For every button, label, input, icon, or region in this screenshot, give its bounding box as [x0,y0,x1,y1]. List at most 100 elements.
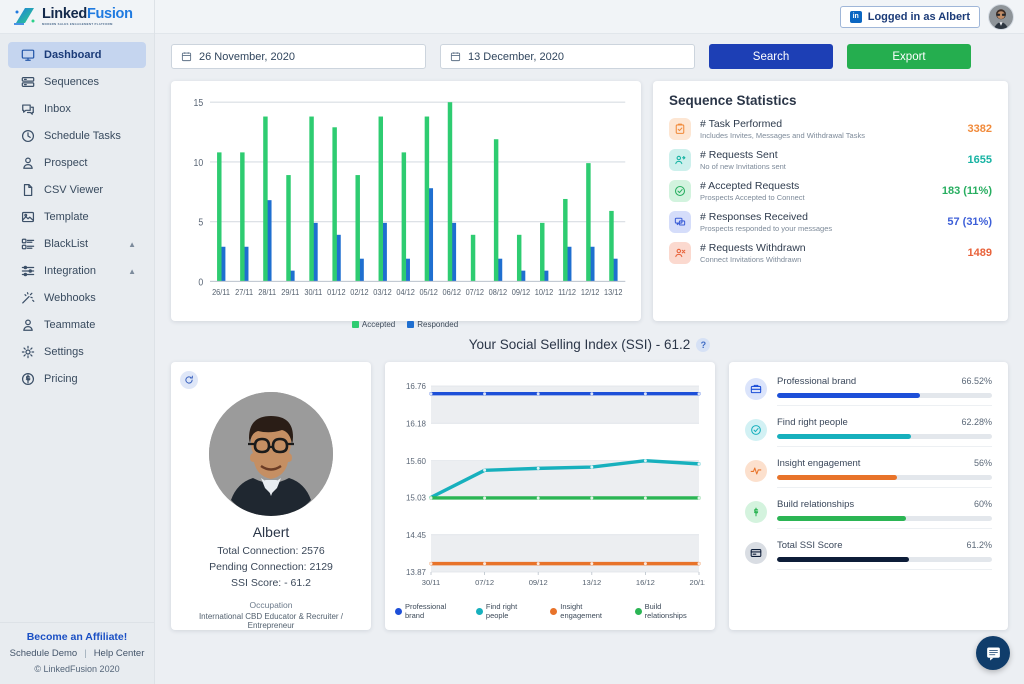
chevron-up-icon[interactable]: ▲ [128,267,136,276]
sequence-statistics-list: # Task Performed Includes Invites, Messag… [669,118,992,264]
stat-row: # Task Performed Includes Invites, Messag… [669,118,992,141]
metric-progress-track [777,434,992,439]
stat-description: Includes Invites, Messages and Withdrawa… [700,131,865,141]
footer-divider: | [84,648,87,659]
legend-swatch [550,607,558,615]
metric-body: Insight engagement 56% [777,458,992,488]
metric-percent: 60% [973,499,992,509]
metric-progress-fill [777,516,906,521]
sidebar-item-schedule-tasks[interactable]: Schedule Tasks [8,123,146,149]
top-bar: in Logged in as Albert [155,0,1024,34]
metric-label: Insight engagement [777,458,861,469]
legend-item[interactable]: Professional brand [395,602,467,620]
svg-text:16.76: 16.76 [406,382,427,391]
blacklist-icon [20,237,35,252]
svg-text:15: 15 [193,96,203,108]
legend-item[interactable]: Insight engagement [550,602,625,620]
svg-text:11/12: 11/12 [558,287,576,297]
clock-icon [20,129,35,144]
sidebar-item-label: Prospect [44,157,88,169]
logo-tagline: MODERN SALES ENGAGEMENT PLATFORM [42,21,113,26]
sidebar-item-label: Integration [44,265,96,277]
dashboard-icon [20,48,35,63]
app-logo[interactable]: LinkedFusion MODERN SALES ENGAGEMENT PLA… [0,0,154,34]
stat-value: 1489 [967,246,992,259]
legend-label: Build relationships [644,602,687,620]
metric-label: Find right people [777,417,848,428]
svg-text:16/12: 16/12 [636,578,655,587]
sidebar-item-label: CSV Viewer [44,184,104,196]
sidebar-item-template[interactable]: Template [8,204,146,230]
legend-label: Find right people [485,602,518,620]
user-send-icon [669,149,691,172]
svg-text:10: 10 [193,156,203,168]
legend-swatch [634,607,642,615]
legend-item[interactable]: Responded [407,320,458,329]
export-button[interactable]: Export [847,44,971,69]
schedule-demo-link[interactable]: Schedule Demo [10,648,78,659]
help-icon[interactable]: ? [696,337,711,352]
start-date-field[interactable]: 26 November, 2020 [171,44,426,69]
sidebar-item-dashboard[interactable]: Dashboard [8,42,146,68]
stat-text: # Accepted Requests Prospects Accepted to… [700,180,942,203]
ssi-metrics-card: Professional brand 66.52% Find right peopl… [729,362,1008,630]
legend-item[interactable]: Accepted [351,320,395,329]
webhooks-icon [20,291,35,306]
legend-item[interactable]: Find right people [475,602,541,620]
main-area: in Logged in as Albert 26 November, 2020… [155,0,1024,684]
svg-text:01/12: 01/12 [327,287,346,297]
logo-name-primary: Linked [42,6,87,23]
sidebar-item-sequences[interactable]: Sequences [8,69,146,95]
sidebar-item-webhooks[interactable]: Webhooks [8,285,146,311]
legend-item[interactable]: Build relationships [634,602,705,620]
search-button[interactable]: Search [709,44,833,69]
stat-row: # Requests Withdrawn Connect Invitations … [669,242,992,265]
refresh-icon[interactable] [180,371,198,389]
line-chart-legend: Professional brand Find right people Insig… [395,602,705,620]
sidebar-item-inbox[interactable]: Inbox [8,96,146,122]
stat-value: 57 (31%) [947,216,992,229]
sidebar-item-csv-viewer[interactable]: CSV Viewer [8,177,146,203]
ssi-widgets-row: Albert Total Connection: 2576 Pending Co… [171,362,1008,642]
clipboard-check-icon [669,118,691,141]
chat-bubble-icon[interactable] [976,636,1010,670]
become-affiliate-link[interactable]: Become an Affiliate! [6,631,148,643]
stat-name: # Accepted Requests [700,179,800,192]
avatar[interactable] [988,3,1014,30]
svg-text:09/12: 09/12 [529,578,548,587]
sidebar-item-integration[interactable]: Integration ▲ [8,258,146,284]
profile-pending-connection: Pending Connection: 2129 [209,560,333,573]
stat-description: No of new Invitations sent [700,162,786,171]
legend-label: Insight engagement [560,602,602,620]
metric-body: Find right people 62.28% [777,417,992,447]
svg-text:04/12: 04/12 [396,287,415,297]
sidebar-item-prospect[interactable]: Prospect [8,150,146,176]
chat-bubble-glyph [986,647,1000,660]
help-center-link[interactable]: Help Center [94,648,145,659]
stat-value: 3382 [967,123,992,136]
avatar-image [989,4,1013,29]
stat-description: Connect Invitations Withdrawn [700,254,802,264]
metric-progress-fill [777,434,911,439]
sidebar-item-teammate[interactable]: Teammate [8,312,146,338]
file-icon [20,183,35,198]
sidebar-item-settings[interactable]: Settings [8,339,146,365]
sidebar-item-label: BlackList [44,238,89,250]
sidebar-item-pricing[interactable]: Pricing [8,366,146,392]
chevron-up-icon[interactable]: ▲ [128,240,136,249]
svg-text:13/12: 13/12 [582,578,601,587]
logo-name-secondary: Fusion [86,6,133,23]
sidebar-item-label: Teammate [44,319,96,331]
sidebar-item-label: Inbox [44,103,71,115]
svg-text:12/12: 12/12 [581,287,600,297]
legend-swatch [407,321,415,328]
copyright-text: © LinkedFusion 2020 [34,664,120,674]
app-root: LinkedFusion MODERN SALES ENGAGEMENT PLA… [0,0,1024,684]
svg-text:05/12: 05/12 [419,287,438,297]
profile-total-connection: Total Connection: 2576 [217,545,325,557]
logged-in-button[interactable]: in Logged in as Albert [839,5,980,28]
sidebar-item-blacklist[interactable]: BlackList ▲ [8,231,146,257]
filter-bar: 26 November, 2020 13 December, 2020 Sear… [171,44,1008,69]
end-date-field[interactable]: 13 December, 2020 [440,44,695,69]
sidebar-item-label: Template [44,211,89,223]
